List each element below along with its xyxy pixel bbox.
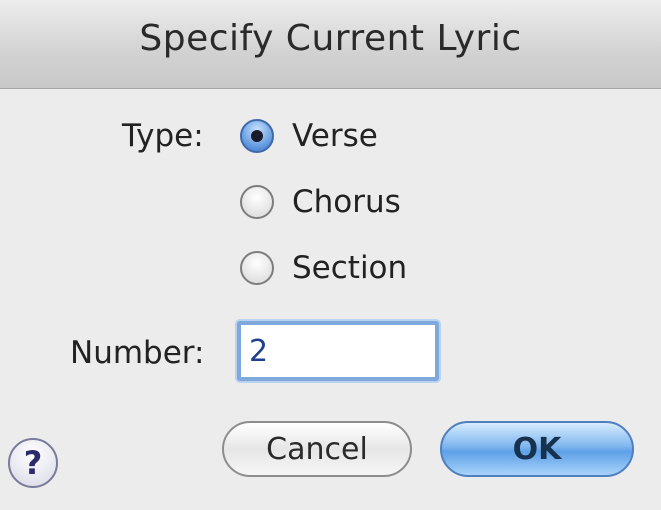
radio-label-section[interactable]: Section: [292, 250, 407, 286]
radio-option-verse[interactable]: Verse: [240, 114, 378, 158]
ok-button[interactable]: OK: [440, 421, 634, 477]
type-label: Type:: [122, 118, 204, 154]
cancel-button[interactable]: Cancel: [222, 421, 412, 477]
radio-option-chorus[interactable]: Chorus: [240, 180, 401, 224]
title-bar[interactable]: Specify Current Lyric: [0, 0, 661, 89]
radio-selected-dot: [251, 130, 263, 142]
radio-button-verse[interactable]: [240, 119, 274, 153]
radio-label-verse[interactable]: Verse: [292, 118, 378, 154]
number-input[interactable]: [237, 321, 439, 381]
radio-button-section[interactable]: [240, 251, 274, 285]
radio-option-section[interactable]: Section: [240, 246, 407, 290]
specify-lyric-dialog: Specify Current Lyric Type: Verse Chorus…: [0, 0, 661, 510]
question-mark-icon[interactable]: ?: [8, 438, 58, 488]
radio-button-chorus[interactable]: [240, 185, 274, 219]
radio-label-chorus[interactable]: Chorus: [292, 184, 401, 220]
number-label: Number:: [70, 335, 205, 371]
dialog-title: Specify Current Lyric: [139, 18, 522, 59]
